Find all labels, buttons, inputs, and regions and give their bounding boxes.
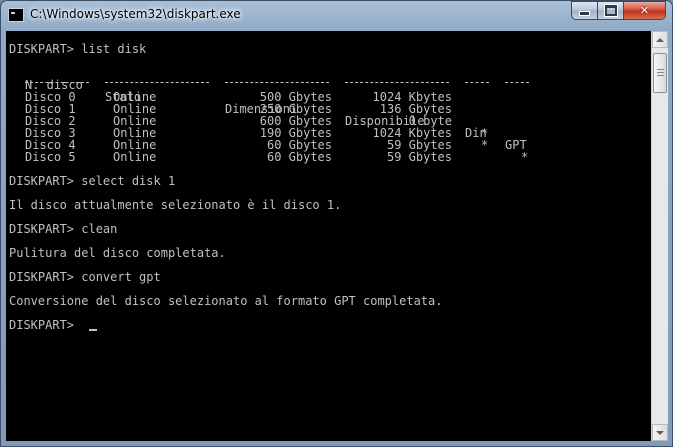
vertical-scrollbar[interactable] [651, 31, 668, 441]
scroll-up-button[interactable] [652, 31, 668, 48]
cell-gpt: * [521, 150, 529, 164]
underline-gpt [505, 82, 529, 83]
table-header: N. disco Stato Dimensioni Disponibile Di… [9, 67, 527, 151]
cell-n-disco: Disco 5 [25, 150, 76, 164]
cell-din: * [481, 138, 489, 152]
minimize-icon [579, 11, 590, 16]
command-line: DISKPART> clean [9, 222, 118, 236]
maximize-icon [603, 4, 618, 17]
cell-stato: Online [113, 150, 157, 164]
underline-stato [105, 82, 209, 83]
grip-line [657, 75, 664, 76]
underline-dimensioni [225, 82, 329, 83]
scroll-up-icon [656, 37, 664, 42]
console-output[interactable]: DISKPART> list disk N. disco Stato Dimen… [6, 31, 651, 441]
close-icon: ✕ [639, 4, 650, 17]
output-line: Conversione del disco selezionato al for… [9, 294, 443, 308]
grip-line [657, 72, 664, 73]
command-line: DISKPART> list disk [9, 42, 147, 56]
console-window: C:\Windows\system32\diskpart.exe ✕ DISKP… [0, 0, 673, 447]
maximize-button[interactable] [597, 1, 623, 20]
output-line: Pulitura del disco completata. [9, 246, 226, 260]
command-line: DISKPART> convert gpt [9, 270, 161, 284]
minimize-button[interactable] [571, 1, 597, 20]
grip-line [657, 69, 664, 70]
output-line: Il disco attualmente selezionato è il di… [9, 198, 342, 212]
scroll-thumb[interactable] [653, 53, 667, 93]
underline-disponibile [345, 82, 449, 83]
prompt-line[interactable]: DISKPART> [9, 319, 81, 331]
close-button[interactable]: ✕ [623, 1, 666, 20]
scroll-down-icon [656, 430, 664, 435]
command-line: DISKPART> select disk 1 [9, 174, 176, 188]
underline-din [465, 82, 489, 83]
table-row: Disco 5 Online 60 Gbytes 59 Gbytes * [9, 151, 609, 163]
text-cursor [89, 329, 97, 331]
console-icon[interactable] [8, 8, 24, 22]
cell-dimensioni: 60 Gbytes [266, 150, 332, 164]
title-bar[interactable]: C:\Windows\system32\diskpart.exe ✕ [1, 1, 672, 31]
underline-n-disco [25, 82, 89, 83]
scroll-down-button[interactable] [652, 424, 668, 441]
window-title: C:\Windows\system32\diskpart.exe [30, 7, 241, 21]
cell-disponibile: 59 Gbytes [386, 150, 452, 164]
window-controls: ✕ [571, 1, 666, 20]
